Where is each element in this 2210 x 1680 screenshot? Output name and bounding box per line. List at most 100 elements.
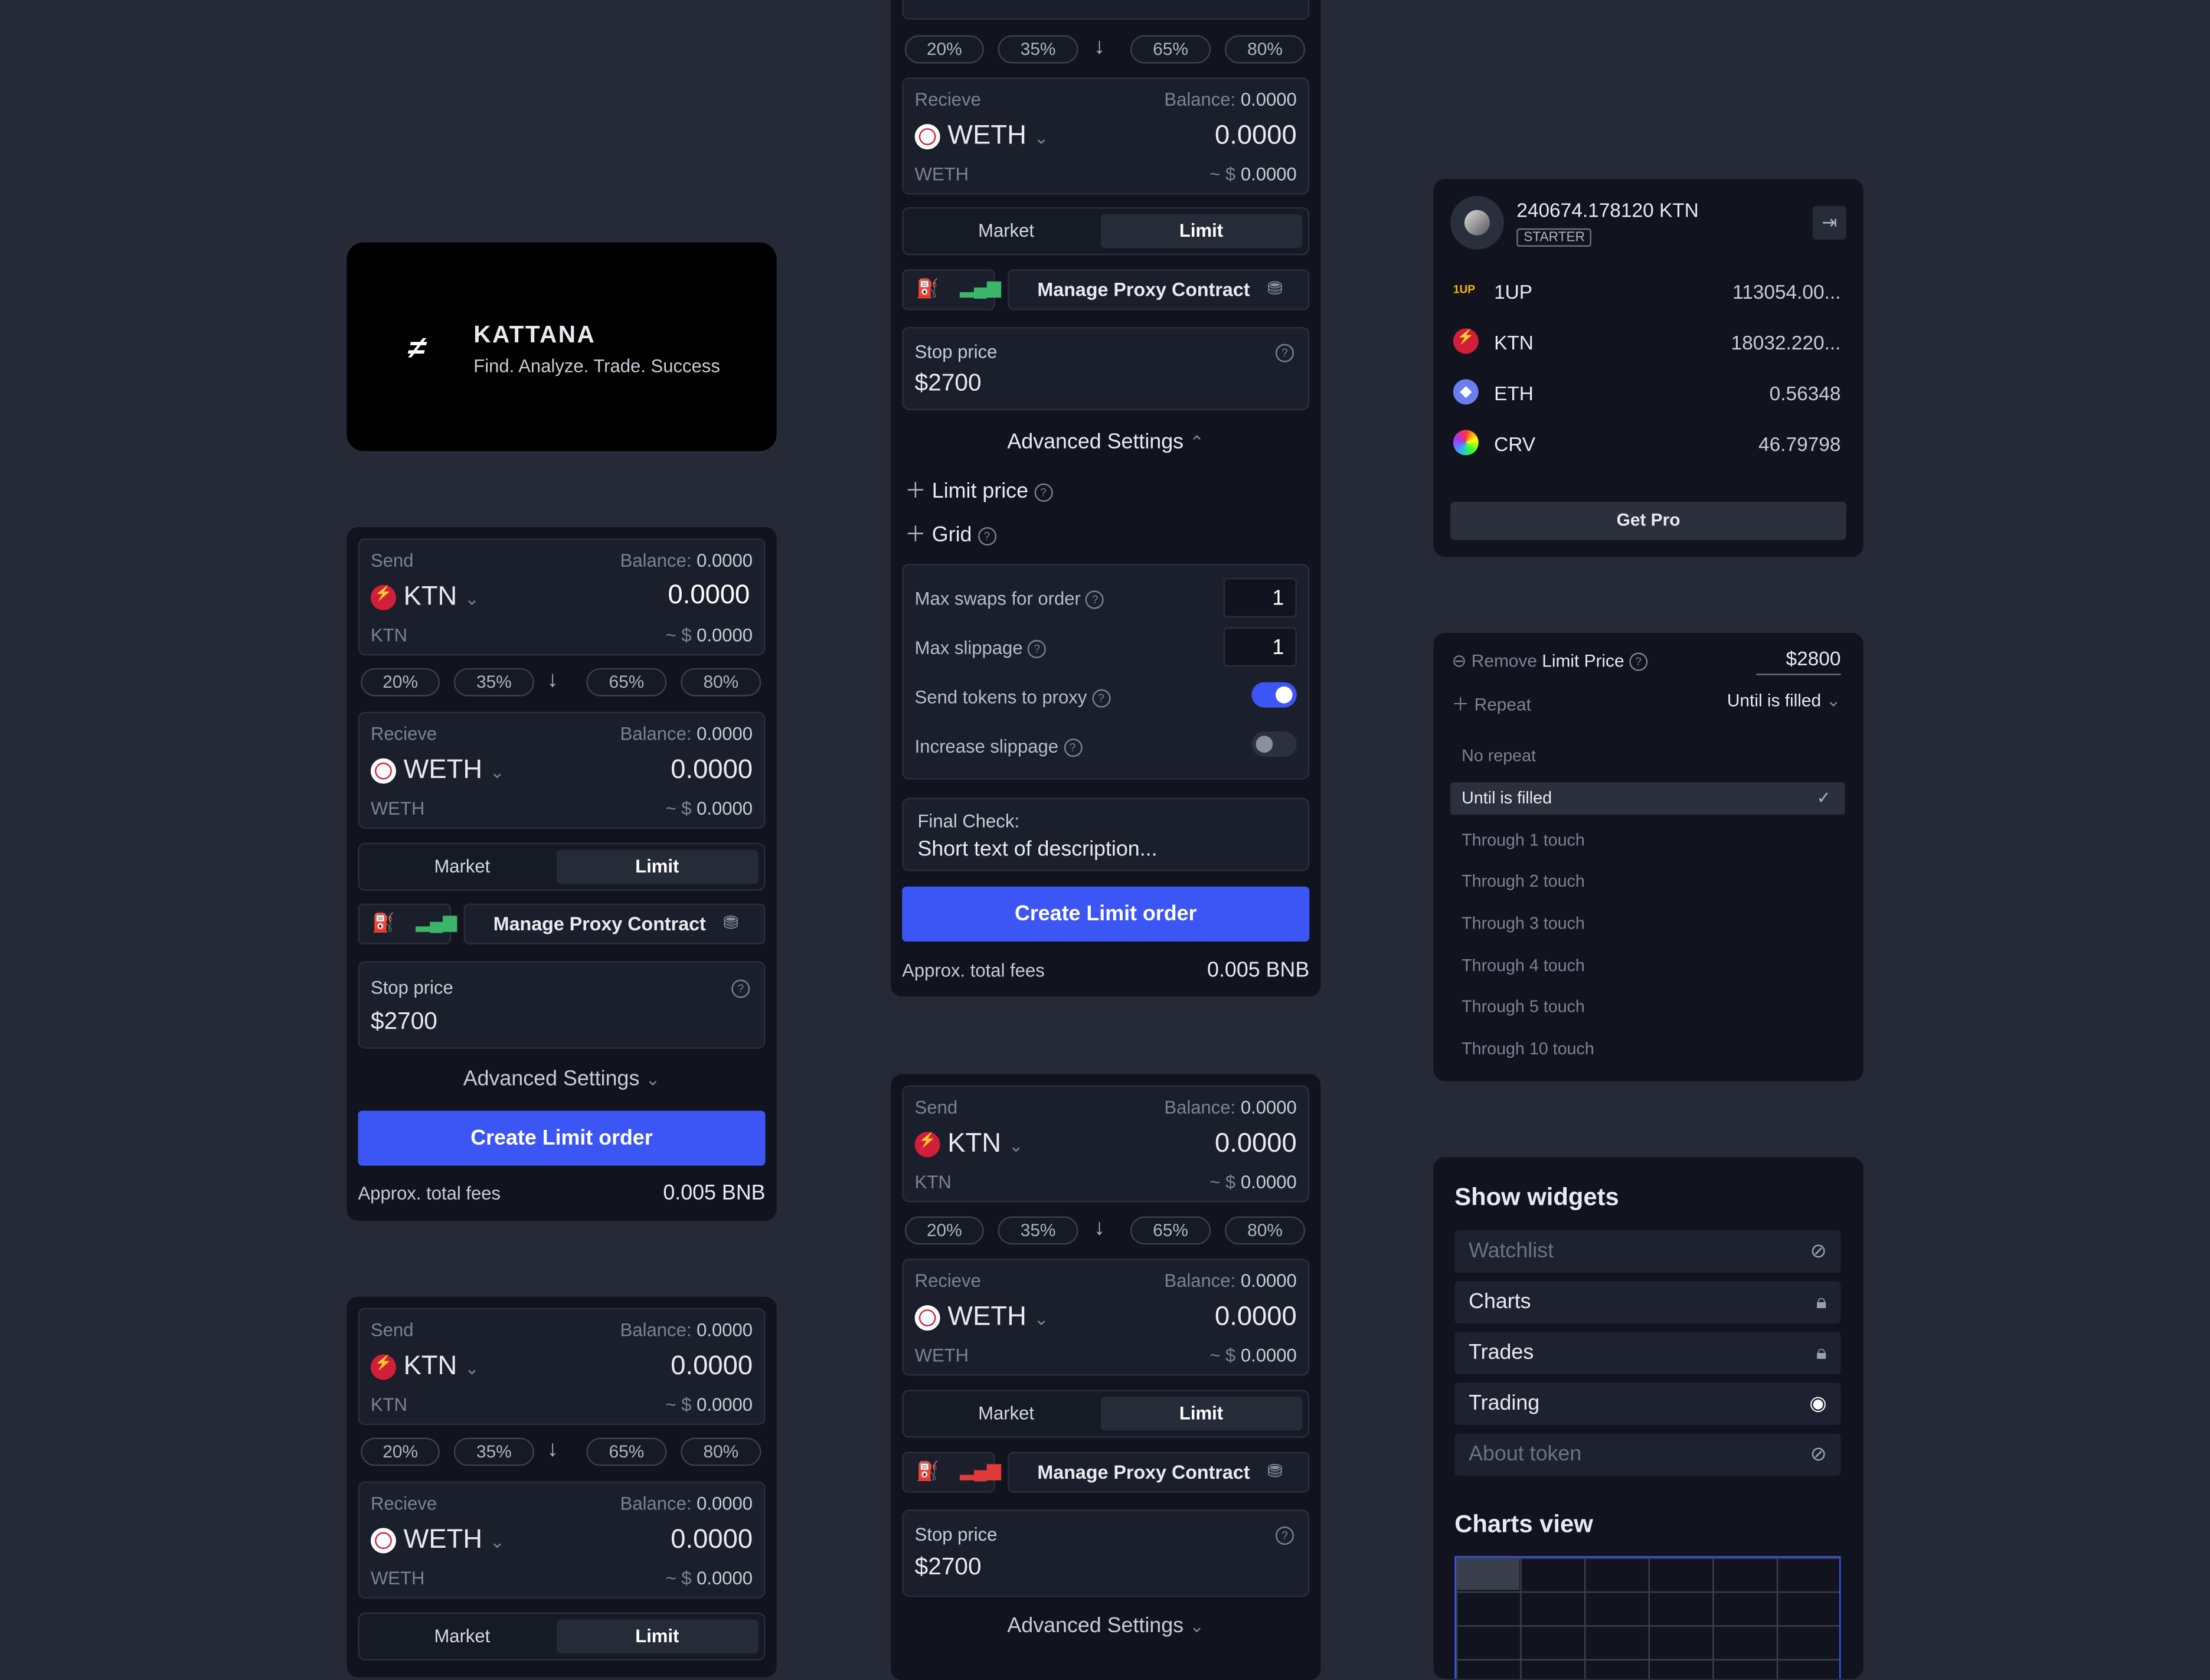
signal-bars-icon[interactable]: ▂▄▆ [416, 911, 457, 933]
pct-80-button[interactable]: 80% [1224, 35, 1306, 64]
tab-market[interactable]: Market [909, 1397, 1103, 1430]
pct-65-button[interactable]: 65% [1130, 35, 1211, 64]
send-amount-input[interactable] [577, 579, 753, 613]
max-slippage-input[interactable] [1223, 627, 1297, 667]
swap-direction-icon[interactable]: ↓ [1094, 1217, 1105, 1242]
receive-token-select[interactable]: WETH ⌄ [914, 1302, 1048, 1333]
receive-token-select[interactable]: WETH ⌄ [370, 1525, 505, 1557]
create-limit-order-button[interactable]: Create Limit order [358, 1110, 766, 1166]
send-token-select[interactable]: KTN ⌄ [370, 1352, 479, 1383]
help-icon[interactable]: ? [1629, 653, 1647, 672]
grid-cell-selected[interactable] [1456, 1557, 1520, 1590]
fuel-icon[interactable]: ⛽ [916, 1460, 939, 1483]
manage-proxy-button[interactable]: Manage Proxy Contract ⛃ [1008, 1452, 1310, 1493]
token-row[interactable]: 1UP 1UP 113054.00... [1453, 277, 1841, 309]
receive-token-select[interactable]: WETH ⌄ [914, 121, 1048, 152]
fuel-icon[interactable]: ⛽ [916, 277, 939, 300]
pct-65-button[interactable]: 65% [586, 668, 667, 697]
signal-bars-icon[interactable]: ▂▄▆ [960, 1459, 1001, 1481]
repeat-select[interactable]: Until is filled ⌄ [1727, 689, 1841, 710]
remove-label: Remove [1471, 651, 1537, 671]
pct-20-button[interactable]: 20% [904, 1216, 984, 1245]
pct-80-button[interactable]: 80% [681, 668, 761, 697]
signal-bars-icon[interactable]: ▂▄▆ [960, 276, 1001, 299]
charts-view-grid[interactable] [1454, 1556, 1841, 1679]
token-row[interactable]: CRV 46.79798 [1453, 430, 1840, 461]
token-row[interactable]: KTN 18032.220... [1453, 328, 1840, 359]
pct-35-button[interactable]: 35% [998, 1216, 1078, 1245]
increase-slippage-toggle[interactable] [1251, 731, 1297, 757]
repeat-option[interactable]: Through 4 touch [1450, 950, 1845, 982]
swap-direction-icon[interactable]: ↓ [1094, 35, 1105, 61]
repeat-option[interactable]: Through 1 touch [1450, 825, 1845, 857]
swap-direction-icon[interactable]: ↓ [547, 668, 558, 694]
tab-market[interactable]: Market [909, 214, 1103, 248]
pct-20-button[interactable]: 20% [361, 1437, 440, 1466]
widget-trades[interactable]: Trades 🔒︎ [1454, 1332, 1841, 1375]
help-icon[interactable]: ? [1028, 640, 1047, 659]
help-icon[interactable]: ? [1275, 344, 1294, 362]
advanced-settings-toggle[interactable]: Advanced Settings ⌃ [891, 430, 1320, 454]
repeat-option[interactable]: No repeat [1450, 740, 1845, 773]
help-icon[interactable]: ? [1091, 689, 1111, 708]
tab-limit[interactable]: Limit [555, 1619, 759, 1653]
pct-80-button[interactable]: 80% [1224, 1216, 1306, 1245]
stop-price-box[interactable]: Stop price ? $2700 [358, 961, 766, 1049]
send-amount[interactable]: 0.0000 [671, 1352, 753, 1383]
tab-limit[interactable]: Limit [1100, 1397, 1303, 1431]
receive-token-select[interactable]: WETH ⌄ [370, 756, 505, 787]
help-icon[interactable]: ? [731, 979, 750, 998]
widget-trading[interactable]: Trading ◉ [1454, 1382, 1841, 1426]
send-token-select[interactable]: KTN ⌄ [914, 1129, 1024, 1161]
advanced-settings-toggle[interactable]: Advanced Settings ⌄ [346, 1067, 776, 1091]
help-icon[interactable]: ? [1034, 482, 1053, 501]
help-icon[interactable]: ? [978, 526, 996, 545]
token-row[interactable]: ◆ ETH 0.56348 [1453, 379, 1840, 410]
manage-proxy-button[interactable]: Manage Proxy Contract ⛃ [1008, 269, 1310, 310]
get-pro-button[interactable]: Get Pro [1450, 502, 1847, 540]
limit-price-add[interactable]: ＋ Limit price ? [905, 475, 1053, 505]
pct-65-button[interactable]: 65% [586, 1437, 667, 1466]
fuel-icon[interactable]: ⛽ [372, 912, 395, 934]
create-limit-order-button[interactable]: Create Limit order [902, 886, 1310, 942]
tab-limit[interactable]: Limit [555, 849, 759, 884]
pct-35-button[interactable]: 35% [998, 35, 1078, 64]
help-icon[interactable]: ? [1275, 1526, 1294, 1545]
pct-35-button[interactable]: 35% [453, 1437, 534, 1466]
widget-label: Trading [1469, 1391, 1540, 1416]
tab-limit[interactable]: Limit [1100, 214, 1303, 249]
send-token-select[interactable]: KTN ⌄ [370, 582, 479, 613]
tab-market[interactable]: Market [365, 850, 559, 884]
stop-price-box[interactable]: Stop price ? $2700 [902, 1509, 1310, 1597]
grid-add[interactable]: ＋ Grid ? [905, 519, 996, 548]
stop-price-box[interactable]: Stop price ? $2700 [902, 326, 1310, 410]
send-to-proxy-toggle[interactable] [1251, 682, 1297, 708]
widget-charts[interactable]: Charts 🔒︎ [1454, 1281, 1841, 1324]
remove-limit-price-button[interactable]: ⊖ Remove Limit Price ? [1451, 650, 1647, 672]
repeat-option-selected[interactable]: Until is filled ✓ [1450, 782, 1845, 815]
pct-20-button[interactable]: 20% [361, 668, 440, 697]
repeat-option[interactable]: Through 3 touch [1450, 908, 1845, 940]
max-swaps-input[interactable] [1223, 577, 1297, 617]
advanced-settings-toggle[interactable]: Advanced Settings ⌄ [891, 1614, 1320, 1638]
help-icon[interactable]: ? [1086, 590, 1104, 609]
pct-65-button[interactable]: 65% [1130, 1216, 1211, 1245]
repeat-option[interactable]: Through 5 touch [1450, 991, 1845, 1024]
eye-off-icon[interactable]: ⊘ [1810, 1239, 1827, 1263]
pct-35-button[interactable]: 35% [453, 668, 534, 697]
swap-direction-icon[interactable]: ↓ [547, 1438, 558, 1463]
widget-watchlist[interactable]: Watchlist ⊘ [1454, 1230, 1841, 1273]
help-icon[interactable]: ? [1063, 738, 1082, 757]
manage-proxy-button[interactable]: Manage Proxy Contract ⛃ [463, 903, 766, 944]
pct-80-button[interactable]: 80% [681, 1437, 761, 1466]
logout-icon[interactable]: ⇥ [1812, 205, 1847, 240]
send-amount[interactable]: 0.0000 [1215, 1129, 1297, 1161]
widget-about-token[interactable]: About token ⊘ [1454, 1433, 1841, 1476]
limit-price-input[interactable]: $2800 [1756, 647, 1841, 675]
eye-icon[interactable]: ◉ [1809, 1391, 1826, 1416]
repeat-option[interactable]: Through 10 touch [1450, 1033, 1845, 1065]
tab-market[interactable]: Market [365, 1620, 559, 1653]
pct-20-button[interactable]: 20% [904, 35, 984, 64]
repeat-option[interactable]: Through 2 touch [1450, 865, 1845, 898]
eye-off-icon[interactable]: ⊘ [1810, 1442, 1827, 1466]
